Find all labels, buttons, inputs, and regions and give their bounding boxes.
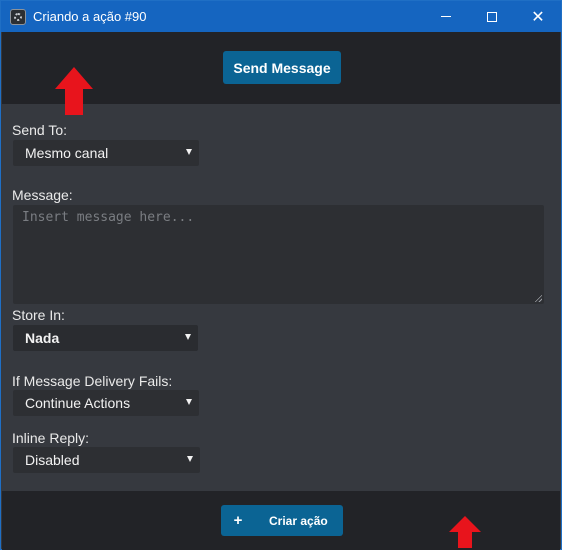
send-to-label: Send To:: [12, 122, 68, 138]
window-controls: ✕: [423, 1, 561, 32]
title-bar[interactable]: Criando a ação #90 ✕: [1, 1, 561, 32]
store-in-label: Store In:: [12, 307, 65, 323]
action-window: Criando a ação #90 ✕ Send Message Send T…: [0, 0, 562, 550]
store-in-select[interactable]: Nada: [13, 325, 198, 351]
resize-grip-icon[interactable]: [534, 294, 542, 302]
send-to-value: Mesmo canal: [25, 145, 109, 161]
up-arrow-icon: [449, 516, 481, 548]
message-label: Message:: [12, 187, 73, 203]
dropdown-caret-icon: [186, 399, 192, 405]
delivery-fail-select[interactable]: Continue Actions: [13, 390, 199, 416]
send-message-button[interactable]: Send Message: [223, 51, 341, 84]
up-arrow-icon: [55, 67, 93, 115]
message-textarea[interactable]: Insert message here...: [13, 205, 544, 304]
maximize-button[interactable]: [469, 1, 515, 32]
create-action-button[interactable]: + Criar ação: [221, 505, 343, 536]
delivery-fail-label: If Message Delivery Fails:: [12, 373, 173, 389]
message-placeholder: Insert message here...: [22, 210, 195, 225]
create-action-label: Criar ação: [269, 513, 328, 528]
inline-reply-value: Disabled: [25, 452, 80, 468]
app-icon: [10, 8, 26, 25]
minimize-icon: [441, 16, 451, 17]
delivery-fail-value: Continue Actions: [25, 395, 131, 411]
plus-icon: +: [233, 512, 243, 529]
window-title: Criando a ação #90: [33, 9, 147, 24]
dropdown-caret-icon: [187, 456, 193, 462]
minimize-button[interactable]: [423, 1, 469, 32]
inline-reply-select[interactable]: Disabled: [13, 447, 200, 473]
close-icon: ✕: [531, 6, 545, 26]
maximize-icon: [487, 11, 497, 22]
dropdown-caret-icon: [185, 334, 191, 340]
close-button[interactable]: ✕: [515, 1, 561, 32]
form-panel: Send To: Mesmo canal Message: Insert mes…: [2, 104, 560, 491]
dropdown-caret-icon: [186, 149, 192, 155]
inline-reply-label: Inline Reply:: [12, 430, 90, 446]
store-in-value: Nada: [25, 330, 60, 346]
send-to-select[interactable]: Mesmo canal: [13, 140, 199, 166]
